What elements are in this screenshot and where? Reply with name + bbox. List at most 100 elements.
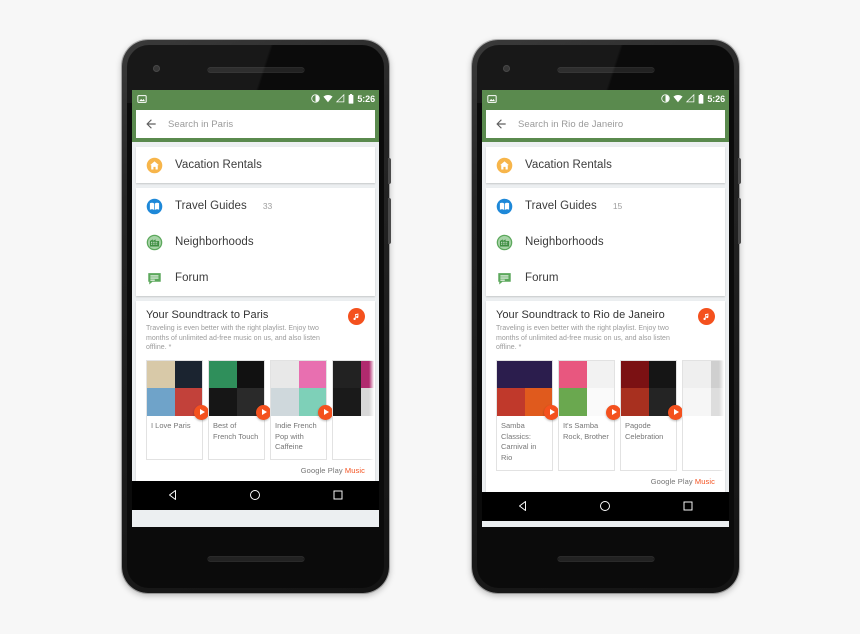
list-item-neighborhoods[interactable]: Neighborhoods: [136, 224, 375, 260]
dnd-icon: [311, 94, 321, 103]
play-button[interactable]: [194, 404, 209, 420]
status-bar-clock: 5:26: [357, 93, 375, 104]
signal-icon: [686, 94, 695, 103]
soundtrack-description: Traveling is even better with the right …: [496, 325, 670, 352]
back-arrow-icon[interactable]: [494, 117, 508, 131]
wifi-icon: [323, 94, 333, 103]
album-card[interactable]: Samba Classics: Carnival in Rio: [496, 359, 559, 471]
list-item-travel-guides[interactable]: Travel Guides 33: [136, 188, 375, 224]
status-bar-clock: 5:26: [707, 93, 725, 104]
screenshot-stage: 5:26 Search in Paris Vacation Rentals Tr…: [0, 0, 860, 634]
phone-screen-paris: 5:26 Search in Paris Vacation Rentals Tr…: [132, 90, 379, 527]
results-list: Vacation Rentals Travel Guides 15 Neighb…: [482, 147, 729, 492]
nav-home-icon[interactable]: [249, 489, 261, 501]
album-card[interactable]: It's Samba Rock, Brother: [558, 359, 621, 471]
results-list: Vacation Rentals Travel Guides 33 Neighb…: [132, 147, 379, 481]
play-button[interactable]: [668, 404, 683, 420]
nav-recents-icon[interactable]: [682, 500, 694, 512]
album-card-partial[interactable]: [332, 359, 375, 460]
album-title: Pagode Celebration: [625, 420, 664, 441]
list-item-forum[interactable]: Forum: [136, 260, 375, 296]
music-note-icon[interactable]: [698, 308, 715, 325]
building-icon: [146, 234, 163, 250]
status-bar: 5:26: [482, 90, 729, 107]
album-title: It's Samba Rock, Brother: [563, 420, 609, 441]
bottom-speaker: [557, 556, 654, 562]
card-vacation-rentals: Vacation Rentals: [136, 147, 375, 183]
phone-device-rio: 5:26 Search in Rio de Janeiro Vacation R…: [472, 40, 741, 593]
screenshot-icon: [487, 94, 497, 103]
music-note-icon[interactable]: [348, 308, 365, 325]
status-bar: 5:26: [132, 90, 379, 107]
front-camera-icon: [503, 65, 510, 72]
wifi-icon: [673, 94, 683, 103]
list-item-label: Travel Guides: [175, 200, 247, 212]
power-button[interactable]: [738, 158, 741, 184]
back-arrow-icon[interactable]: [144, 117, 158, 131]
building-icon: [496, 234, 513, 250]
soundtrack-header: Your Soundtrack to Rio de Janeiro Travel…: [486, 308, 725, 353]
card-explore: Travel Guides 15 Neighborhoods Forum: [486, 188, 725, 296]
battery-icon: [349, 93, 354, 104]
album-art: [621, 360, 676, 416]
brand-suffix: Music: [694, 476, 715, 486]
android-nav-bar: [482, 491, 729, 521]
list-item-vacation-rentals[interactable]: Vacation Rentals: [136, 147, 375, 183]
search-input[interactable]: Search in Rio de Janeiro: [518, 119, 623, 130]
card-soundtrack: Your Soundtrack to Rio de Janeiro Travel…: [486, 301, 725, 492]
volume-button[interactable]: [388, 198, 391, 244]
album-card[interactable]: Pagode Celebration: [620, 359, 683, 471]
book-icon: [496, 198, 513, 214]
soundtrack-description: Traveling is even better with the right …: [146, 325, 320, 352]
list-item-label: Forum: [525, 272, 559, 284]
signal-icon: [336, 94, 345, 103]
brand-suffix: Music: [344, 465, 365, 475]
list-item-neighborhoods[interactable]: Neighborhoods: [486, 224, 725, 260]
album-title: I Love Paris: [151, 420, 191, 430]
album-carousel[interactable]: I Love Paris Best of French Touch Indie …: [136, 353, 375, 460]
soundtrack-title: Your Soundtrack to Rio de Janeiro: [496, 309, 665, 321]
list-item-label: Neighborhoods: [525, 236, 604, 248]
list-item-count: 15: [612, 201, 623, 211]
nav-back-icon[interactable]: [167, 489, 179, 501]
earpiece-speaker: [207, 67, 304, 73]
album-card-partial[interactable]: [682, 359, 725, 471]
list-item-count: 33: [262, 201, 273, 211]
android-nav-bar: [132, 480, 379, 510]
search-bar[interactable]: Search in Rio de Janeiro: [486, 110, 725, 138]
soundtrack-header: Your Soundtrack to Paris Traveling is ev…: [136, 308, 375, 353]
card-explore: Travel Guides 33 Neighborhoods Forum: [136, 188, 375, 296]
card-vacation-rentals: Vacation Rentals: [486, 147, 725, 183]
play-button[interactable]: [318, 404, 333, 420]
list-item-label: Vacation Rentals: [175, 159, 262, 171]
album-carousel[interactable]: Samba Classics: Carnival in Rio It's Sam…: [486, 353, 725, 471]
nav-recents-icon[interactable]: [332, 489, 344, 501]
album-art: [497, 360, 552, 416]
list-item-label: Neighborhoods: [175, 236, 254, 248]
play-button[interactable]: [544, 404, 559, 420]
play-button[interactable]: [256, 404, 271, 420]
list-item-travel-guides[interactable]: Travel Guides 15: [486, 188, 725, 224]
search-input[interactable]: Search in Paris: [168, 119, 233, 130]
album-card[interactable]: Indie French Pop with Caffeine: [270, 359, 333, 460]
home-icon: [496, 157, 513, 173]
nav-back-icon[interactable]: [517, 500, 529, 512]
album-card[interactable]: Best of French Touch: [208, 359, 271, 460]
search-header: Search in Rio de Janeiro: [482, 107, 729, 142]
home-icon: [146, 157, 163, 173]
nav-home-icon[interactable]: [599, 500, 611, 512]
power-button[interactable]: [388, 158, 391, 184]
volume-button[interactable]: [738, 198, 741, 244]
list-item-vacation-rentals[interactable]: Vacation Rentals: [486, 147, 725, 183]
play-button[interactable]: [606, 404, 621, 420]
list-item-forum[interactable]: Forum: [486, 260, 725, 296]
album-art: [209, 360, 264, 416]
soundtrack-title: Your Soundtrack to Paris: [146, 309, 269, 321]
album-title: [333, 416, 375, 438]
album-art: [271, 360, 326, 416]
album-card[interactable]: I Love Paris: [146, 359, 209, 460]
list-item-label: Vacation Rentals: [525, 159, 612, 171]
search-header: Search in Paris: [132, 107, 379, 142]
album-art: [147, 360, 202, 416]
search-bar[interactable]: Search in Paris: [136, 110, 375, 138]
